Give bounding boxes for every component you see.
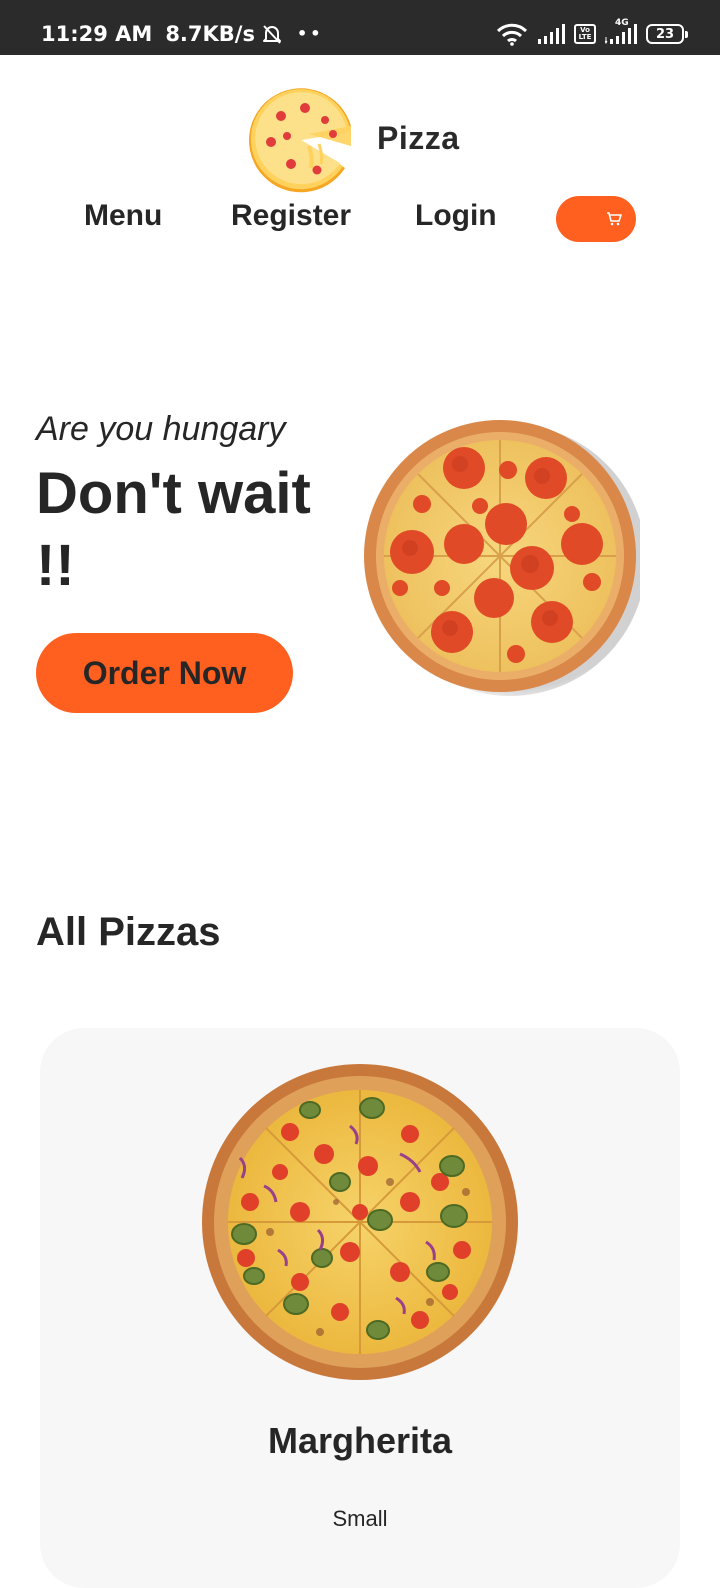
status-bar: 11:29 AM 8.7KB/s •• Vo LTE 4G 23: [0, 0, 720, 55]
signal-icon: [537, 24, 565, 44]
pizza-logo-icon: [249, 88, 351, 193]
nav-register-link[interactable]: Register: [231, 199, 351, 233]
hero-heading: Don't wait !!: [36, 461, 311, 598]
volte-line2: LTE: [578, 33, 592, 41]
battery-icon: 23: [646, 24, 688, 44]
cart-button[interactable]: [556, 196, 636, 242]
brand-name: Pizza: [377, 120, 460, 156]
status-bar-left: 11:29 AM 8.7KB/s ••: [41, 20, 323, 48]
status-net-speed: 8.7KB/s: [165, 22, 255, 46]
order-now-button[interactable]: Order Now: [36, 633, 293, 713]
network-type-label: 4G: [615, 18, 629, 28]
volte-icon: Vo LTE: [574, 24, 596, 44]
pizza-card[interactable]: Margherita Small: [40, 1028, 680, 1588]
pizza-size: Small: [332, 1506, 388, 1531]
pepperoni-pizza-image: [364, 420, 640, 696]
main-nav: Menu Register Login: [0, 196, 720, 242]
wifi-icon: [496, 22, 528, 46]
section-title-all-pizzas: All Pizzas: [36, 910, 221, 954]
nav-login-link[interactable]: Login: [415, 199, 497, 233]
battery-level: 23: [655, 26, 675, 42]
signal-4g-icon: 4G: [605, 18, 637, 44]
nav-menu-link[interactable]: Menu: [84, 199, 162, 233]
status-bar-right: Vo LTE 4G 23: [487, 18, 688, 48]
bell-off-icon: [261, 23, 283, 45]
cart-icon: [606, 212, 622, 226]
status-time: 11:29 AM: [41, 22, 153, 46]
pizza-name: Margherita: [267, 1420, 453, 1461]
margherita-pizza-image: [202, 1064, 518, 1380]
status-dots: ••: [296, 24, 324, 43]
hero-tagline: Are you hungary: [36, 410, 286, 448]
